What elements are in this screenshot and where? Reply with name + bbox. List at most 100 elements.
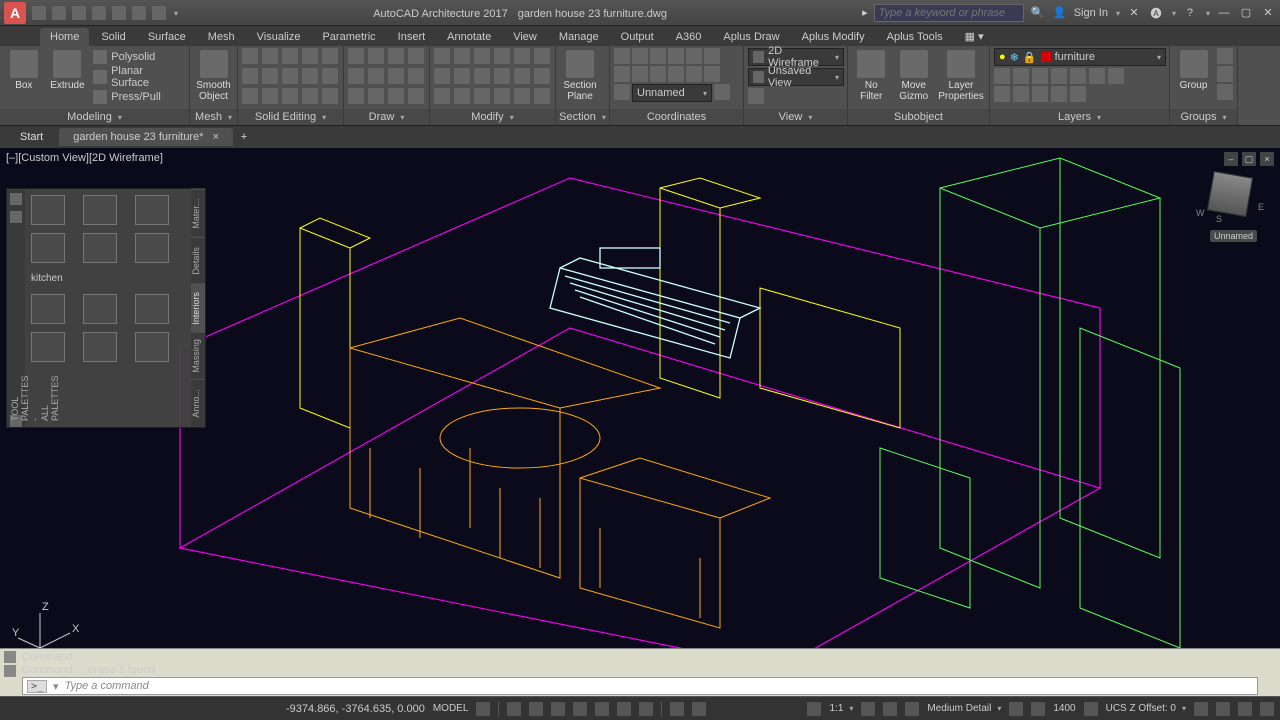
- signin-icon[interactable]: 👤: [1052, 5, 1068, 21]
- palette-titlebar[interactable]: TOOL PALETTES - ALL PALETTES: [7, 189, 25, 427]
- mod-icon[interactable]: [474, 48, 490, 64]
- tab-a360[interactable]: A360: [666, 28, 712, 46]
- grid-icon[interactable]: [476, 702, 490, 716]
- layer-tool-icon[interactable]: [1013, 86, 1029, 102]
- palette-tab[interactable]: Mater...: [191, 189, 205, 237]
- layer-tool-icon[interactable]: [994, 68, 1010, 84]
- draw-icon[interactable]: [368, 68, 384, 84]
- se-icon[interactable]: [322, 48, 338, 64]
- draw-icon[interactable]: [368, 48, 384, 64]
- draw-icon[interactable]: [388, 88, 404, 104]
- layer-tool-icon[interactable]: [1070, 86, 1086, 102]
- draw-icon[interactable]: [388, 48, 404, 64]
- coord-icon[interactable]: [704, 48, 720, 64]
- coord-icon[interactable]: [704, 66, 720, 82]
- palette-tab[interactable]: Massing: [191, 332, 205, 380]
- tab-solid[interactable]: Solid: [91, 28, 135, 46]
- qat-new-icon[interactable]: [32, 6, 46, 20]
- tab-mesh[interactable]: Mesh: [198, 28, 245, 46]
- tab-parametric[interactable]: Parametric: [312, 28, 385, 46]
- modeling-expand[interactable]: [116, 111, 122, 123]
- tab-home[interactable]: Home: [40, 28, 89, 46]
- ortho-icon[interactable]: [529, 702, 543, 716]
- modify-expand[interactable]: [508, 111, 514, 123]
- dyninput-icon[interactable]: [639, 702, 653, 716]
- exchange-icon[interactable]: ✕: [1126, 5, 1142, 21]
- sb-icon[interactable]: [807, 702, 821, 716]
- draw-icon[interactable]: [408, 88, 424, 104]
- dynucs-icon[interactable]: [617, 702, 631, 716]
- layers-expand[interactable]: [1095, 111, 1101, 123]
- mod-icon[interactable]: [514, 48, 530, 64]
- smooth-object-button[interactable]: Smooth Object: [194, 48, 233, 104]
- layer-tool-icon[interactable]: [1089, 68, 1105, 84]
- palette-tab[interactable]: Details: [191, 237, 205, 285]
- coord-icon[interactable]: [632, 48, 648, 64]
- palette-item[interactable]: [135, 294, 169, 324]
- mod-icon[interactable]: [434, 68, 450, 84]
- se-icon[interactable]: [262, 48, 278, 64]
- mod-icon[interactable]: [514, 68, 530, 84]
- layer-combo[interactable]: ●❄🔒 furniture: [994, 48, 1166, 66]
- palette-item[interactable]: [31, 332, 65, 362]
- palette-item[interactable]: [135, 195, 169, 225]
- se-icon[interactable]: [302, 88, 318, 104]
- help-menu[interactable]: [1204, 7, 1210, 19]
- hardware-accel-icon[interactable]: [1216, 702, 1230, 716]
- tab-annotate[interactable]: Annotate: [437, 28, 501, 46]
- coord-icon[interactable]: [686, 48, 702, 64]
- mod-icon[interactable]: [474, 68, 490, 84]
- mod-icon[interactable]: [534, 48, 550, 64]
- layer-tool-icon[interactable]: [1032, 68, 1048, 84]
- otrack-icon[interactable]: [595, 702, 609, 716]
- mesh-expand[interactable]: [226, 111, 232, 123]
- cutplane-icon[interactable]: [1031, 702, 1045, 716]
- isolate-icon[interactable]: [1194, 702, 1208, 716]
- solidedit-expand[interactable]: [320, 111, 326, 123]
- layer-tool-icon[interactable]: [1070, 68, 1086, 84]
- coord-icon[interactable]: [714, 84, 730, 100]
- signin-menu[interactable]: [1114, 7, 1120, 19]
- palette-item[interactable]: [31, 195, 65, 225]
- tab-output[interactable]: Output: [611, 28, 664, 46]
- draw-icon[interactable]: [368, 88, 384, 104]
- group-tool-icon[interactable]: [1217, 48, 1233, 64]
- se-icon[interactable]: [322, 68, 338, 84]
- signin-label[interactable]: Sign In: [1074, 7, 1108, 19]
- layer-tool-icon[interactable]: [1051, 68, 1067, 84]
- minimize-button[interactable]: —: [1216, 5, 1232, 21]
- ucs-offset-icon[interactable]: [1084, 702, 1098, 716]
- customize-icon[interactable]: [1260, 702, 1274, 716]
- mod-icon[interactable]: [454, 48, 470, 64]
- planar-surface-button[interactable]: Planar Surface: [91, 68, 185, 86]
- section-expand[interactable]: [600, 111, 606, 123]
- draw-icon[interactable]: [388, 68, 404, 84]
- draw-icon[interactable]: [408, 48, 424, 64]
- se-icon[interactable]: [242, 68, 258, 84]
- section-plane-button[interactable]: Section Plane: [560, 48, 600, 104]
- gear-icon[interactable]: [861, 702, 875, 716]
- modelspace-toggle[interactable]: MODEL: [433, 703, 469, 714]
- maximize-button[interactable]: ▢: [1238, 5, 1254, 21]
- se-icon[interactable]: [242, 88, 258, 104]
- search-input[interactable]: [874, 4, 1024, 22]
- coord-icon[interactable]: [614, 48, 630, 64]
- viewcube[interactable]: W E S Unnamed: [1200, 168, 1260, 228]
- saved-view-combo[interactable]: Unsaved View: [748, 68, 844, 86]
- extrude-button[interactable]: Extrude: [48, 48, 88, 93]
- draw-expand[interactable]: [398, 111, 404, 123]
- coord-icon[interactable]: [632, 66, 648, 82]
- tab-start[interactable]: Start: [6, 128, 57, 146]
- tab-view[interactable]: View: [503, 28, 547, 46]
- tab-add-button[interactable]: +: [235, 128, 253, 146]
- mod-icon[interactable]: [434, 48, 450, 64]
- coord-icon[interactable]: [614, 66, 630, 82]
- group-button[interactable]: Group: [1174, 48, 1213, 93]
- tab-close-icon[interactable]: ×: [213, 131, 219, 143]
- close-button[interactable]: ✕: [1260, 5, 1276, 21]
- tab-visualize[interactable]: Visualize: [247, 28, 311, 46]
- palette-item[interactable]: [83, 195, 117, 225]
- mod-icon[interactable]: [514, 88, 530, 104]
- se-icon[interactable]: [242, 48, 258, 64]
- infocenter-arrow[interactable]: ▸: [862, 6, 868, 19]
